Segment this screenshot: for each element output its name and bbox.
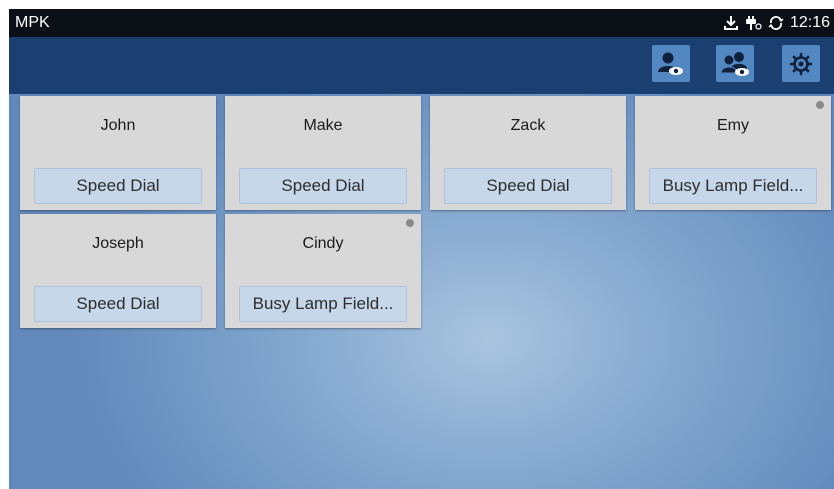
app-title: MPK xyxy=(15,14,50,31)
card-mode-button[interactable]: Busy Lamp Field... xyxy=(649,168,817,204)
card-contact-name: Zack xyxy=(510,117,546,134)
status-icons: 12:16 xyxy=(723,12,830,34)
clock: 12:16 xyxy=(789,14,830,31)
eye-group-button[interactable] xyxy=(716,45,754,82)
card-contact-name: Joseph xyxy=(92,235,144,252)
mpk-screen: MPK 12:16 John Speed Dial Make Speed Dia… xyxy=(9,9,834,489)
eye-group-icon xyxy=(720,51,749,76)
card-mode-button[interactable]: Speed Dial xyxy=(444,168,612,204)
card-contact-name: Cindy xyxy=(302,235,344,252)
card-contact-name: John xyxy=(100,117,136,134)
mpk-card[interactable]: Cindy Busy Lamp Field... xyxy=(225,214,421,328)
usb-icon xyxy=(744,15,762,31)
status-indicator-dot xyxy=(816,101,824,109)
card-mode-button[interactable]: Speed Dial xyxy=(239,168,407,204)
card-mode-button[interactable]: Speed Dial xyxy=(34,286,202,322)
settings-gear-icon xyxy=(789,52,813,75)
mpk-card[interactable]: Joseph Speed Dial xyxy=(20,214,216,328)
mpk-card[interactable]: Make Speed Dial xyxy=(225,96,421,210)
status-bar: MPK 12:16 xyxy=(9,9,834,37)
sync-icon xyxy=(768,15,784,31)
status-indicator-dot xyxy=(406,219,414,227)
toolbar xyxy=(9,37,834,94)
mpk-card[interactable]: Emy Busy Lamp Field... xyxy=(635,96,831,210)
mpk-card[interactable]: Zack Speed Dial xyxy=(430,96,626,210)
eye-contact-button[interactable] xyxy=(652,45,690,82)
download-icon xyxy=(723,15,738,31)
card-mode-button[interactable]: Speed Dial xyxy=(34,168,202,204)
eye-contact-icon xyxy=(658,52,683,75)
card-mode-button[interactable]: Busy Lamp Field... xyxy=(239,286,407,322)
card-contact-name: Make xyxy=(303,117,343,134)
mpk-card[interactable]: John Speed Dial xyxy=(20,96,216,210)
settings-button[interactable] xyxy=(782,45,820,82)
card-contact-name: Emy xyxy=(717,117,749,134)
